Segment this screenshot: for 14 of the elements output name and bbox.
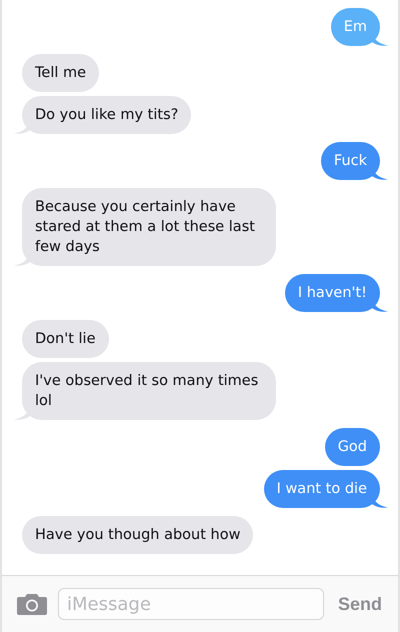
send-button[interactable]: Send xyxy=(334,590,386,618)
camera-icon[interactable] xyxy=(16,592,48,616)
message-bubble: Em xyxy=(330,8,380,46)
message-bubble: Don't lie xyxy=(22,320,108,358)
message-bubble: God xyxy=(324,428,380,466)
message-bubble: I've observed it so many times lol xyxy=(22,362,276,420)
message-bubble: Tell me xyxy=(22,54,100,92)
message-bubble: I haven't! xyxy=(284,274,380,312)
message-bubble: Have you though about how xyxy=(22,516,254,554)
message-bubble: Because you certainly have stared at them a lot these last few days xyxy=(22,188,276,266)
message-bubble: Do you like my tits? xyxy=(22,96,192,134)
message-bubble: Fuck xyxy=(320,142,380,180)
message-bubble: I want to die xyxy=(264,470,380,508)
message-input[interactable]: iMessage xyxy=(58,588,324,620)
